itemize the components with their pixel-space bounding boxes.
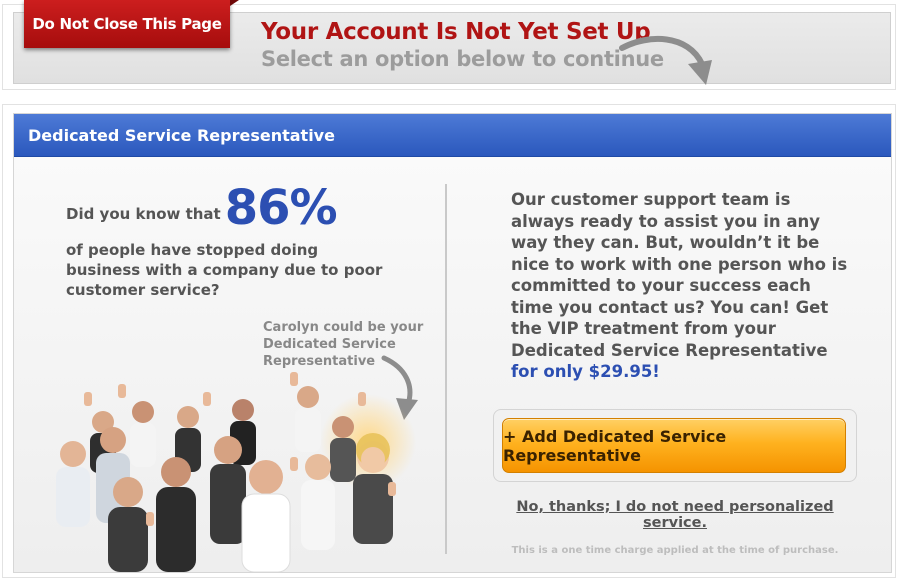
account-status-title: Your Account Is Not Yet Set Up — [261, 19, 651, 45]
stat-line: Did you know that 86% — [66, 180, 338, 236]
cta-container: + Add Dedicated Service Representative — [493, 409, 857, 482]
stat-prefix: Did you know that — [66, 205, 221, 223]
stat-value: 86% — [224, 180, 338, 236]
pitch-text: Our customer support team is always read… — [511, 190, 848, 360]
offer-panel: Dedicated Service Representative Did you… — [2, 104, 896, 578]
do-not-close-ribbon: Do Not Close This Page — [24, 0, 230, 48]
group-photo-image — [56, 372, 416, 572]
curved-arrow-icon — [619, 36, 712, 85]
offer-header: Dedicated Service Representative — [14, 114, 891, 157]
offer-pitch: Our customer support team is always read… — [511, 189, 851, 383]
offer-price: for only $29.95! — [511, 362, 660, 381]
ribbon-fold — [230, 0, 239, 6]
offer-panel-inner: Dedicated Service Representative Did you… — [13, 113, 892, 573]
account-status-subtitle: Select an option below to continue — [261, 47, 664, 71]
column-divider — [445, 184, 447, 554]
add-representative-button[interactable]: + Add Dedicated Service Representative — [502, 418, 846, 473]
fineprint: This is a one time charge applied at the… — [511, 545, 839, 556]
decline-link[interactable]: No, thanks; I do not need personalized s… — [493, 499, 857, 531]
stat-description: of people have stopped doing business wi… — [66, 241, 383, 299]
